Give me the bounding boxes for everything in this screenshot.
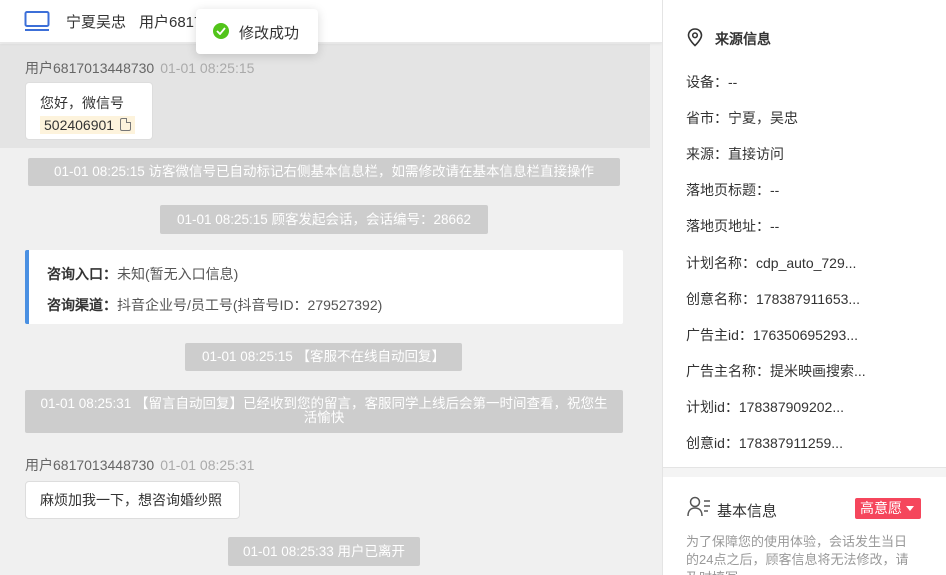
consult-entry-label: 咨询入口：: [47, 266, 117, 282]
message-sender: 用户6817013448730: [25, 457, 155, 473]
message-time: 01-01 08:25:15: [160, 60, 255, 76]
monitor-icon: [24, 11, 50, 31]
visitor-name: 宁夏吴忠: [66, 14, 127, 31]
source-info-title: 来源信息: [687, 29, 771, 49]
consult-channel-value: 抖音企业号/员工号(抖音号ID：279527392): [117, 297, 383, 313]
message-time: 01-01 08:25:31: [160, 457, 255, 473]
basic-info-title: 基本信息: [717, 503, 778, 520]
success-toast: 修改成功: [196, 9, 318, 54]
consult-entry-value: 未知(暂无入口信息): [117, 266, 239, 282]
toast-message: 修改成功: [239, 25, 300, 42]
chat-panel: 宁夏吴忠 用户6817013448730 修改成功 用户681701344873…: [0, 0, 662, 575]
system-message: 01-01 08:25:31 【留言自动回复】已经收到您的留言，客服同学上线后会…: [25, 390, 623, 433]
intent-level-value: 高意愿: [860, 500, 902, 516]
message-bubble: 您好，微信号 502406901: [25, 82, 153, 140]
field-landing-title: 落地页标题：--: [686, 182, 780, 198]
field-plan-name: 计划名称：cdp_auto_729...: [686, 255, 857, 271]
field-advertiser-name: 广告主名称：提米映画搜索...: [686, 363, 866, 379]
field-creative-id: 创意id：178387911259...: [686, 435, 843, 451]
system-message: 01-01 08:25:15 【客服不在线自动回复】: [185, 343, 462, 371]
field-landing-url: 落地页地址：--: [686, 218, 780, 234]
consult-source-card: 咨询入口：未知(暂无入口信息) 咨询渠道：抖音企业号/员工号(抖音号ID：279…: [25, 250, 623, 324]
source-info-title-text: 来源信息: [715, 31, 771, 47]
visitor-user-label: 用户6817013448730: [139, 14, 199, 31]
field-source: 来源：直接访问: [686, 146, 784, 162]
field-advertiser-id: 广告主id：176350695293...: [686, 327, 858, 343]
message-bubble: 麻烦加我一下，想咨询婚纱照: [25, 481, 240, 519]
message-text: 您好，微信号: [40, 95, 124, 111]
consult-channel: 咨询渠道：抖音企业号/员工号(抖音号ID：279527392): [47, 295, 382, 315]
field-device: 设备：--: [686, 74, 738, 90]
field-creative-name: 创意名称：178387911653...: [686, 291, 861, 307]
system-message: 01-01 08:25:33 用户已离开: [228, 537, 420, 566]
wechat-number: 502406901: [44, 117, 115, 133]
copy-icon[interactable]: [120, 118, 132, 131]
intent-level-dropdown[interactable]: 高意愿: [855, 498, 921, 519]
caret-down-icon: [906, 506, 914, 511]
info-sidebar: 来源信息 设备：-- 省市：宁夏，吴忠 来源：直接访问 落地页标题：-- 落地页…: [662, 0, 946, 575]
message-text: 麻烦加我一下，想咨询婚纱照: [40, 492, 222, 508]
system-message: 01-01 08:25:15 访客微信号已自动标记右侧基本信息栏，如需修改请在基…: [28, 158, 620, 186]
success-check-icon: [213, 23, 229, 39]
message-sender: 用户6817013448730: [25, 60, 155, 76]
person-icon: [687, 496, 710, 517]
wechat-number-tag[interactable]: 502406901: [40, 116, 136, 134]
message-meta: 用户6817013448730 01-01 08:25:31: [25, 455, 254, 475]
edit-notice: 为了保障您的使用体验，会话发生当日的24点之后，顾客信息将无法修改，请及时填写: [686, 534, 909, 575]
consult-channel-label: 咨询渠道：: [47, 297, 117, 313]
system-message: 01-01 08:25:15 顾客发起会话，会话编号：28662: [160, 205, 488, 234]
chat-header: 宁夏吴忠 用户6817013448730: [0, 0, 662, 43]
field-plan-id: 计划id：178387909202...: [686, 399, 844, 415]
section-divider: [663, 467, 946, 477]
field-province: 省市：宁夏，吴忠: [686, 110, 798, 126]
consult-entry: 咨询入口：未知(暂无入口信息): [47, 264, 238, 284]
message-meta: 用户6817013448730 01-01 08:25:15: [25, 58, 254, 78]
